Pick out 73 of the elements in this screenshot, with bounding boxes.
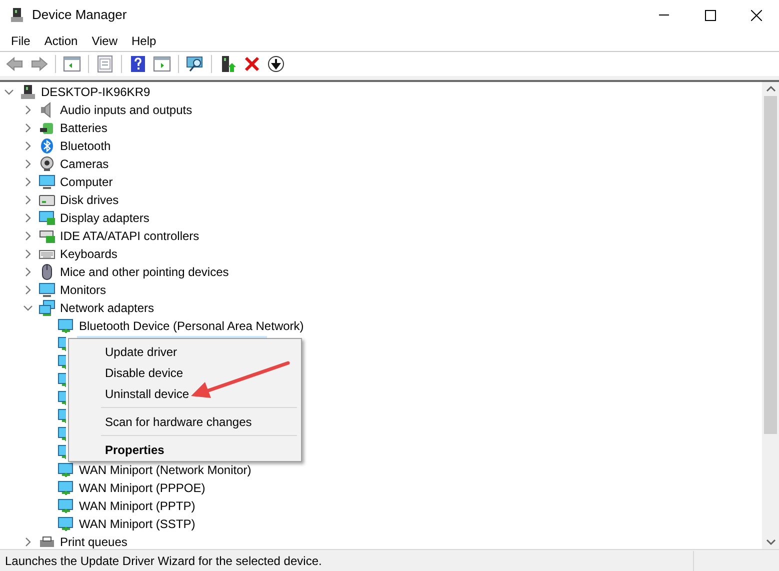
network-adapter-icon (58, 516, 74, 532)
tree-item[interactable]: WAN Miniport (PPPOE) (77, 480, 208, 496)
tree-item[interactable]: Monitors (58, 282, 108, 298)
tree-item[interactable]: WAN Miniport (SSTP) (77, 516, 198, 532)
status-text: Launches the Update Driver Wizard for the selected device. (4, 552, 323, 570)
expand-chevron-icon[interactable] (23, 123, 33, 133)
tree-item[interactable]: Bluetooth (58, 138, 113, 154)
network-icon (39, 300, 55, 316)
network-adapter-icon (58, 390, 66, 406)
tree-item[interactable]: Keyboards (58, 246, 120, 262)
network-adapter-icon (58, 462, 74, 478)
collapse-chevron-icon[interactable] (4, 87, 14, 97)
monitor-icon (39, 174, 55, 190)
disk-drive-icon (39, 192, 55, 208)
download-circle-icon[interactable] (265, 53, 287, 75)
maximize-icon (704, 10, 716, 20)
expand-chevron-icon[interactable] (23, 285, 33, 295)
expand-chevron-icon[interactable] (23, 177, 33, 187)
network-adapter-icon (58, 444, 66, 460)
display-adapter-icon (39, 210, 55, 226)
printer-icon (39, 534, 55, 549)
expand-chevron-icon[interactable] (23, 267, 33, 277)
webcam-icon (39, 156, 55, 172)
expand-chevron-icon[interactable] (23, 249, 33, 259)
computer-tower-icon (20, 84, 36, 100)
close-icon (750, 10, 762, 20)
menu-item[interactable]: Uninstall device (71, 383, 299, 404)
tree-item[interactable]: Audio inputs and outputs (58, 102, 194, 118)
mouse-icon (39, 264, 55, 280)
monitor-icon (39, 282, 55, 298)
tree-item[interactable]: DESKTOP-IK96KR9 (39, 84, 152, 100)
computer-tower-icon (10, 7, 24, 23)
expand-chevron-icon[interactable] (23, 213, 33, 223)
network-adapter-icon (58, 372, 66, 388)
collapse-chevron-icon[interactable] (23, 303, 33, 313)
expand-chevron-icon[interactable] (23, 231, 33, 241)
tree-item[interactable]: Batteries (58, 120, 110, 136)
network-adapter-icon (58, 408, 66, 424)
tree-item[interactable]: Cameras (58, 156, 111, 172)
network-adapter-icon (58, 318, 74, 334)
tree-item[interactable]: Computer (58, 174, 115, 190)
bluetooth-icon (39, 138, 55, 154)
network-adapter-icon (58, 336, 66, 352)
tree-item[interactable]: Disk drives (58, 192, 121, 208)
expand-chevron-icon[interactable] (23, 159, 33, 169)
scrollbar-thumb[interactable] (764, 96, 777, 434)
tree-item[interactable]: WAN Miniport (Network Monitor) (77, 462, 254, 478)
tree-item[interactable]: Mice and other pointing devices (58, 264, 231, 280)
menu-item[interactable]: Help (124, 32, 164, 50)
tree-item[interactable]: Print queues (58, 534, 130, 549)
tree-item[interactable]: Network adapters (58, 300, 156, 316)
network-adapter-icon (58, 426, 66, 442)
window-title: Device Manager (32, 6, 127, 24)
network-adapter-icon (58, 498, 74, 514)
expand-chevron-icon[interactable] (23, 195, 33, 205)
menu-item[interactable]: Scan for hardware changes (71, 411, 299, 432)
menu-item[interactable]: View (84, 32, 124, 50)
tree-item[interactable]: Bluetooth Device (Personal Area Network) (77, 318, 306, 334)
network-adapter-icon (58, 480, 74, 496)
expand-chevron-icon[interactable] (23, 141, 33, 151)
tree-item[interactable]: Display adapters (58, 210, 152, 226)
tree-item[interactable]: WAN Miniport (PPTP) (77, 498, 198, 514)
expand-chevron-icon[interactable] (23, 105, 33, 115)
network-adapter-icon (58, 354, 66, 370)
menu-item[interactable]: Update driver (71, 341, 299, 362)
expand-chevron-icon[interactable] (23, 537, 33, 547)
battery-plug-icon (39, 120, 55, 136)
menu-item[interactable]: Disable device (71, 362, 299, 383)
menu-item[interactable]: File (4, 32, 38, 50)
tree-item[interactable]: IDE ATA/ATAPI controllers (58, 228, 202, 244)
menu-item[interactable]: Action (37, 32, 85, 50)
menu-item[interactable]: Properties (71, 439, 299, 460)
controller-card-icon (39, 228, 55, 244)
